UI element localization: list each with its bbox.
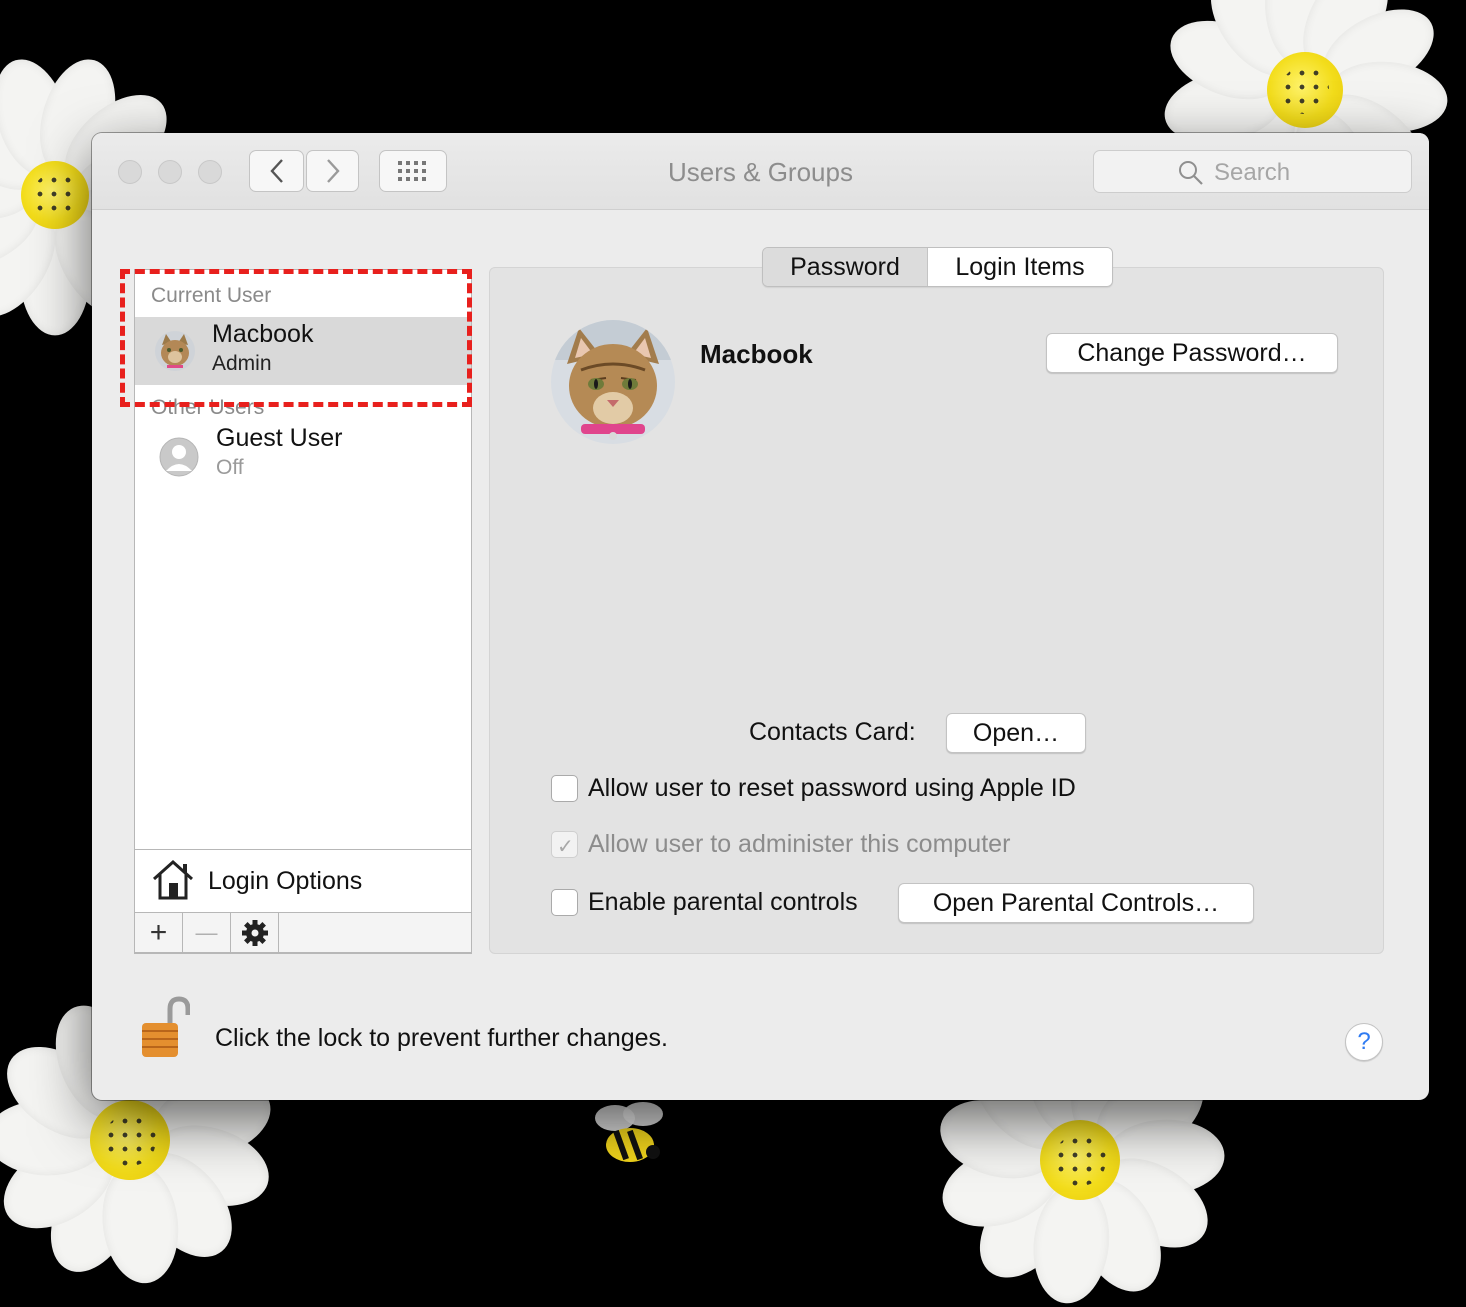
user-name: Guest User [216,424,343,452]
search-icon [1179,161,1203,185]
user-name: Macbook [212,320,314,348]
administer-checkbox: ✓ [551,831,578,858]
selected-user-name: Macbook [700,339,813,369]
tab-login-items[interactable]: Login Items [928,248,1112,286]
checkmark-icon: ✓ [557,836,574,858]
open-parental-controls-button[interactable]: Open Parental Controls… [898,883,1254,923]
other-users-label: Other Users [151,396,265,419]
checkbox-label: Allow user to reset password using Apple… [588,774,1076,802]
tab-password[interactable]: Password [763,248,928,286]
action-menu-button[interactable] [231,913,279,952]
tab-bar: Password Login Items [762,247,1113,287]
search-placeholder: Search [1214,159,1291,186]
cat-avatar [155,331,195,371]
guest-avatar-icon [159,437,199,477]
checkbox-label: Enable parental controls [588,888,858,916]
minus-icon: — [195,919,218,945]
title-bar: Users & Groups Search [92,133,1429,210]
lock-status-text: Click the lock to prevent further change… [215,1024,669,1052]
remove-user-button[interactable]: — [183,913,231,952]
list-toolbar: + — [134,912,472,953]
reset-password-checkbox[interactable] [551,775,578,802]
gear-icon [241,919,268,946]
user-role: Admin [212,352,272,375]
flower-center [1267,52,1343,128]
flower-center [21,161,89,229]
checkbox-label: Allow user to administer this computer [588,830,1011,858]
contacts-card-label: Contacts Card: [749,718,916,746]
open-contacts-button[interactable]: Open… [946,713,1086,753]
user-row-guest[interactable]: Guest User Off [135,424,471,495]
login-options-row[interactable]: Login Options [134,849,472,912]
current-user-label: Current User [151,284,272,307]
help-button[interactable]: ? [1345,1023,1383,1061]
parental-controls-checkbox[interactable] [551,889,578,916]
plus-icon: + [149,915,168,949]
flower-center [1040,1120,1120,1200]
flower-center [90,1100,170,1180]
change-password-button[interactable]: Change Password… [1046,333,1338,373]
user-photo[interactable] [551,320,675,444]
search-field[interactable]: Search [1093,150,1412,193]
help-icon: ? [1357,1028,1371,1055]
bee-decoration [595,1102,663,1162]
user-row-macbook[interactable]: Macbook Admin [135,317,471,385]
house-icon [152,859,194,900]
users-groups-window: Users & Groups Search Current User Macbo… [92,133,1429,1100]
lock-icon[interactable] [140,995,190,1059]
add-user-button[interactable]: + [135,913,183,952]
login-options-label: Login Options [208,867,363,895]
user-status: Off [216,456,244,479]
